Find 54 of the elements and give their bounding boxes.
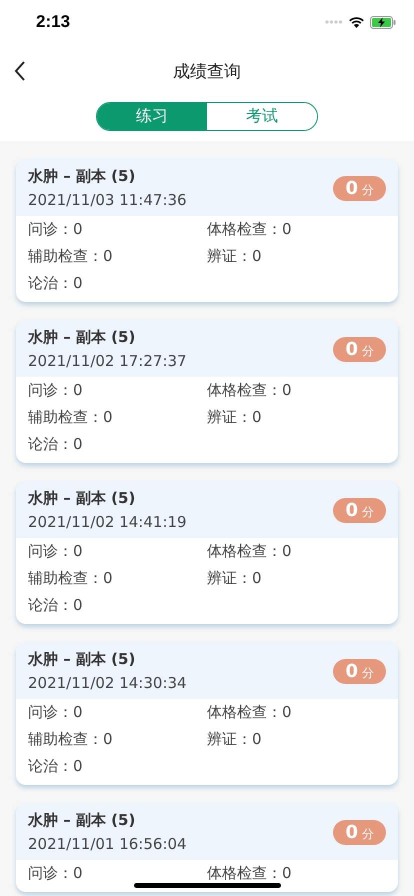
score-item: 辅助检查：0 xyxy=(28,407,114,428)
wifi-icon xyxy=(348,16,365,28)
back-icon[interactable] xyxy=(14,61,26,81)
score-item: 问诊：0 xyxy=(28,863,84,884)
record-date: 2021/11/02 17:27:37 xyxy=(28,352,187,370)
score-item: 辅助检查：0 xyxy=(28,568,114,589)
record-date: 2021/11/02 14:30:34 xyxy=(28,674,187,692)
record-date: 2021/11/01 16:56:04 xyxy=(28,835,187,853)
record-title: 水肿 – 副本 (5) xyxy=(28,167,136,186)
score-value: 0 xyxy=(345,822,358,842)
page-title: 成绩查询 xyxy=(173,60,241,82)
score-item: 论治：0 xyxy=(28,595,84,616)
score-item: 辅助检查：0 xyxy=(28,246,114,267)
score-item: 体格检查：0 xyxy=(207,541,293,562)
score-item: 辨证：0 xyxy=(207,568,263,589)
score-unit: 分 xyxy=(362,182,374,198)
record-title: 水肿 – 副本 (5) xyxy=(28,489,136,508)
score-item: 问诊：0 xyxy=(28,702,84,723)
score-value: 0 xyxy=(345,660,358,682)
score-item: 体格检查：0 xyxy=(207,702,293,723)
score-value: 0 xyxy=(345,500,358,520)
score-unit: 分 xyxy=(362,504,374,520)
record-card[interactable]: 水肿 – 副本 (5) 2021/11/03 11:47:36 0 分 问诊：0 体格检查：0 辅助检查：0 辨证：0 论治：0 xyxy=(16,159,398,302)
score-unit: 分 xyxy=(362,826,374,842)
score-item: 辨证：0 xyxy=(207,246,263,267)
score-unit: 分 xyxy=(362,664,374,682)
score-item: 论治：0 xyxy=(28,434,84,455)
record-card[interactable]: 水肿 – 副本 (5) 2021/11/02 14:30:34 0 分 问诊：0 体格检查：0 辅助检查：0 辨证：0 论治：0 xyxy=(16,642,398,785)
tab[interactable]: 练习 xyxy=(97,103,207,130)
record-card[interactable]: 水肿 – 副本 (5) 2021/11/01 16:56:04 0 分 问诊：0 体格检查：0 xyxy=(16,803,398,892)
score-value: 0 xyxy=(345,338,358,360)
score-item: 问诊：0 xyxy=(28,541,84,562)
signal-icon xyxy=(325,20,343,24)
battery-charging-icon xyxy=(370,16,396,28)
score-item: 论治：0 xyxy=(28,756,84,777)
score-item: 问诊：0 xyxy=(28,380,84,401)
record-title: 水肿 – 副本 (5) xyxy=(28,650,136,669)
status-time: 2:13 xyxy=(36,12,70,32)
record-card[interactable]: 水肿 – 副本 (5) 2021/11/02 14:41:19 0 分 问诊：0 体格检查：0 辅助检查：0 辨证：0 论治：0 xyxy=(16,481,398,624)
score-item: 论治：0 xyxy=(28,273,84,294)
record-date: 2021/11/02 14:41:19 xyxy=(28,513,187,531)
record-card[interactable]: 水肿 – 副本 (5) 2021/11/02 17:27:37 0 分 问诊：0 体格检查：0 辅助检查：0 辨证：0 论治：0 xyxy=(16,320,398,463)
score-item: 问诊：0 xyxy=(28,219,84,240)
score-unit: 分 xyxy=(362,342,374,360)
score-item: 体格检查：0 xyxy=(207,380,293,401)
score-item: 辅助检查：0 xyxy=(28,729,114,750)
record-date: 2021/11/03 11:47:36 xyxy=(28,191,187,209)
score-item: 辨证：0 xyxy=(207,729,263,750)
score-item: 体格检查：0 xyxy=(207,863,293,884)
record-title: 水肿 – 副本 (5) xyxy=(28,328,136,347)
record-title: 水肿 – 副本 (5) xyxy=(28,811,136,830)
score-item: 体格检查：0 xyxy=(207,219,293,240)
score-item: 辨证：0 xyxy=(207,407,263,428)
score-value: 0 xyxy=(345,178,358,198)
